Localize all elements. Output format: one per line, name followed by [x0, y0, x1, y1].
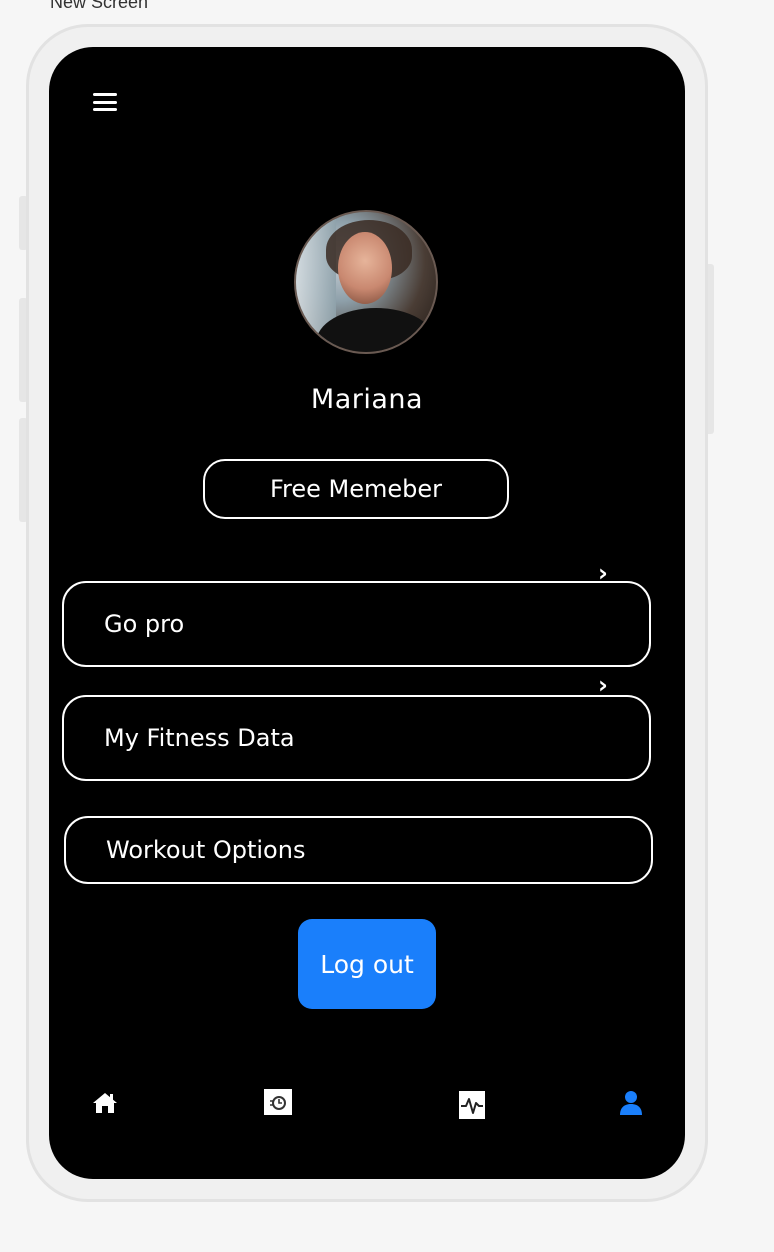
home-icon[interactable] — [91, 1089, 119, 1117]
fitness-data-button[interactable]: My Fitness Data — [62, 695, 651, 781]
activity-icon[interactable] — [459, 1091, 487, 1119]
avatar — [294, 210, 438, 354]
user-name: Mariana — [310, 384, 424, 415]
phone-screen: Mariana Free Memeber › › Go pro My Fitne… — [49, 47, 685, 1179]
logout-button[interactable]: Log out — [298, 919, 436, 1009]
workout-options-button[interactable]: Workout Options — [64, 816, 653, 884]
screen-label: New Screen — [50, 0, 149, 12]
go-pro-button[interactable]: Go pro — [62, 581, 651, 667]
profile-icon[interactable] — [617, 1089, 645, 1117]
hamburger-menu-icon[interactable] — [93, 91, 117, 113]
chevron-right-icon: › — [598, 671, 608, 699]
membership-badge: Free Memeber — [203, 459, 509, 519]
timer-icon[interactable] — [264, 1089, 292, 1117]
app-page: New Screen Mariana Free Memeber › › Go p… — [0, 0, 774, 1252]
